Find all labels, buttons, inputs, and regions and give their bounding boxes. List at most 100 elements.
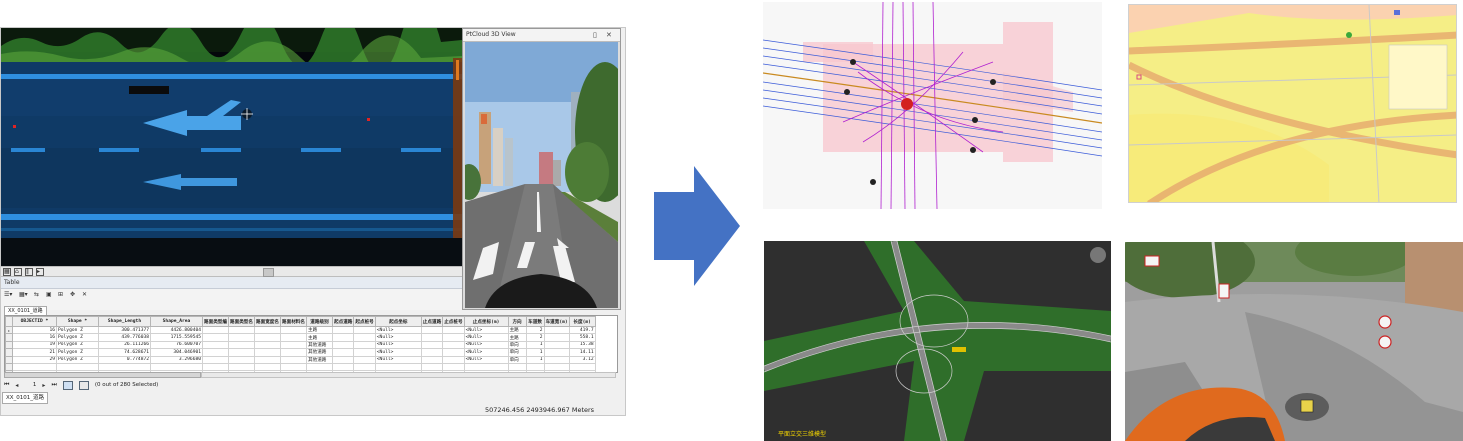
- current-record-field[interactable]: 1: [24, 382, 37, 388]
- previous-record-icon[interactable]: ◂: [15, 382, 18, 389]
- column-header[interactable]: 路面类型编: [202, 316, 229, 327]
- row-selector[interactable]: [5, 348, 13, 357]
- table-cell: 76.600707: [150, 340, 203, 350]
- table-cell: [353, 333, 376, 342]
- table-cell: [420, 348, 444, 357]
- table-cell: 1: [525, 355, 545, 364]
- table-cell: 1715.559545: [150, 333, 203, 342]
- column-header[interactable]: Shape_Length: [98, 316, 151, 327]
- table-cell: 主路: [507, 333, 527, 342]
- table-cell: 4426.800404: [150, 325, 203, 335]
- column-header[interactable]: [5, 316, 13, 327]
- grid-icon[interactable]: ▦: [3, 267, 11, 276]
- column-header[interactable]: 长度(m): [568, 316, 596, 327]
- clear-selection-icon[interactable]: ⊞: [58, 292, 65, 299]
- column-header[interactable]: 起点道路: [331, 316, 355, 327]
- pin-icon[interactable]: ▯: [593, 29, 597, 41]
- table-cell: 1: [525, 340, 545, 350]
- table-cell-empty: [420, 362, 444, 372]
- play-icon[interactable]: ▸: [36, 267, 44, 276]
- table-cell-empty: [507, 362, 527, 372]
- table-layer-tab[interactable]: XX_0101_道路: [2, 392, 49, 404]
- table-cell: Polygon Z: [56, 355, 99, 364]
- table-cell-empty: [254, 362, 281, 372]
- table-pane: Table ☰▾ ▦▾ ⇆ ▣ ⊞ ✥ ✕: [1, 277, 462, 310]
- column-header[interactable]: 路面宽度名: [254, 316, 281, 327]
- table-cell: 21: [12, 348, 57, 357]
- close-icon[interactable]: ✕: [606, 29, 612, 41]
- table-cell: [543, 340, 570, 350]
- column-header[interactable]: 止点道路: [420, 316, 444, 327]
- pause-icon[interactable]: ‖: [25, 267, 33, 276]
- switch-selection-icon[interactable]: ▣: [46, 292, 53, 299]
- home-icon[interactable]: ⌂: [14, 267, 22, 276]
- column-header[interactable]: OBJECTID *: [12, 316, 57, 327]
- point-cloud-scroll-handle[interactable]: [263, 268, 274, 277]
- table-cell: [280, 355, 307, 364]
- column-header[interactable]: 方向: [507, 316, 527, 327]
- table-horizontal-scrollbar-track[interactable]: [201, 372, 616, 378]
- column-header[interactable]: 路面材料名: [280, 316, 307, 327]
- table-row[interactable]: 29 Polygon Z 0.774872 3.296680 其他道路 <Null> <Nu…: [5, 355, 596, 364]
- selection-status: (0 out of 280 Selected): [94, 382, 159, 388]
- zoom-to-selected-icon[interactable]: ✥: [70, 292, 77, 299]
- show-selected-records-icon[interactable]: [78, 380, 89, 390]
- row-selector[interactable]: [5, 355, 13, 364]
- table-cell-empty: [5, 362, 13, 372]
- table-cell: 单向: [507, 340, 527, 350]
- column-header[interactable]: 起点桩号: [353, 316, 376, 327]
- table-row[interactable]: 19 Polygon Z 26.111266 76.600707 其他道路 <Null> <…: [5, 340, 596, 350]
- table-cell: 其他道路: [306, 355, 333, 364]
- table-cell: [254, 340, 281, 350]
- show-all-records-icon[interactable]: [62, 380, 73, 390]
- street-view-photo[interactable]: [465, 42, 618, 308]
- table-cell: [331, 348, 355, 357]
- table-cell-empty: [374, 362, 422, 372]
- table-cell: 3.296680: [150, 355, 203, 364]
- last-record-icon[interactable]: ⏭: [51, 381, 56, 389]
- row-selector[interactable]: [5, 340, 13, 350]
- column-header[interactable]: 车道宽(m): [543, 316, 570, 327]
- table-row[interactable]: 21 Polygon Z 74.628671 304.046901 其他道路 <Null>…: [5, 348, 596, 357]
- table-cell: [353, 325, 376, 335]
- table-row[interactable]: ▸ 16 Polygon Z 300.471377 4426.800404 主路 <Null…: [5, 325, 596, 335]
- related-tables-icon[interactable]: ▦▾: [19, 292, 29, 299]
- point-cloud-toolbar: ▦ ⌂ ‖ ▸: [1, 266, 462, 277]
- table-cell: [254, 355, 281, 364]
- table-cell: [228, 348, 255, 357]
- table-cell: [202, 333, 229, 342]
- column-header[interactable]: 起点坐标: [374, 316, 422, 327]
- column-header[interactable]: 路面类型名: [228, 316, 255, 327]
- interchange-3d-model-render: [764, 241, 1111, 441]
- ptcloud-3d-view-titlebar[interactable]: PtCloud 3D View ▯ ✕: [463, 29, 620, 42]
- row-selector[interactable]: [5, 333, 13, 342]
- column-header[interactable]: Shape *: [56, 316, 99, 327]
- column-header[interactable]: 止点桩号: [442, 316, 465, 327]
- window-title: PtCloud 3D View: [466, 31, 516, 38]
- table-options-icon[interactable]: ☰▾: [4, 292, 14, 299]
- column-header[interactable]: 道路级别: [306, 316, 333, 327]
- first-record-icon[interactable]: ⏮: [4, 381, 9, 389]
- table-cell: 其他道路: [306, 340, 333, 350]
- table-cell: Polygon Z: [56, 340, 99, 350]
- table-cell: 主路: [507, 325, 527, 335]
- table-cell-empty: [442, 362, 465, 372]
- select-by-attributes-icon[interactable]: ⇆: [34, 292, 41, 299]
- delete-selected-icon[interactable]: ✕: [82, 292, 89, 299]
- point-cloud-view[interactable]: [1, 28, 462, 266]
- table-cell: <Null>: [463, 325, 509, 335]
- table-cell: [280, 333, 307, 342]
- table-horizontal-scrollbar[interactable]: [4, 372, 201, 378]
- table-cell-empty: [98, 362, 151, 372]
- table-row[interactable]: 16 Polygon Z 439.776038 1715.559545 主路 <Null>…: [5, 333, 596, 342]
- table-cell: <Null>: [463, 340, 509, 350]
- table-cell: 1: [525, 348, 545, 357]
- hd-map-intersection-image: [763, 2, 1102, 209]
- table-cell: 300.471377: [98, 325, 151, 335]
- column-header[interactable]: 止点坐标(m): [463, 316, 509, 327]
- row-selector[interactable]: ▸: [5, 325, 13, 335]
- table-cell: [280, 325, 307, 335]
- column-header[interactable]: 车道数: [525, 316, 545, 327]
- column-header[interactable]: Shape_Area: [150, 316, 203, 327]
- next-record-icon[interactable]: ▸: [42, 382, 45, 389]
